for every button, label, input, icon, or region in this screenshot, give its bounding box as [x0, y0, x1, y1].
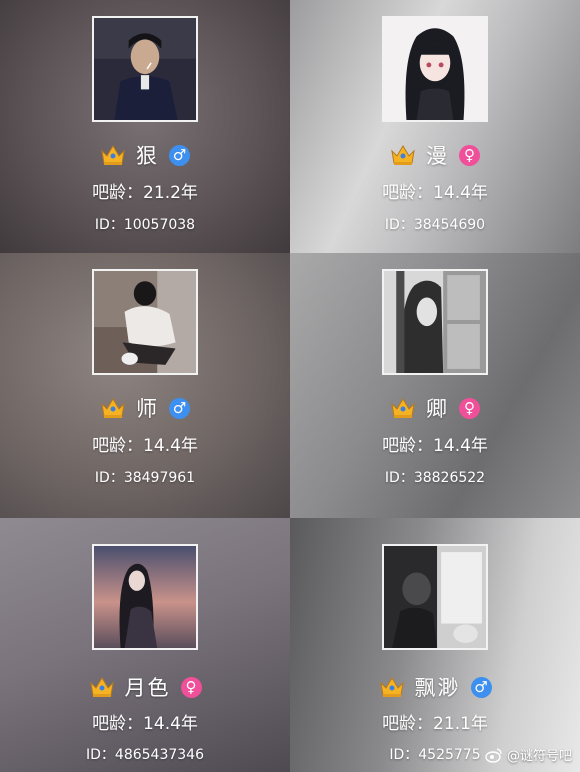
user-name: 卿: [426, 397, 449, 421]
user-id: ID：38497961: [94, 470, 196, 486]
name-row: 漫 ♀: [290, 140, 580, 170]
watermark-text: @谜符号吧: [506, 749, 572, 764]
user-name: 师: [136, 397, 159, 421]
forum-age: 吧龄：21.1年: [382, 714, 488, 734]
user-id: ID：38826522: [384, 470, 486, 486]
forum-age: 吧龄：21.2年: [92, 183, 198, 203]
avatar[interactable]: [92, 269, 198, 375]
avatar[interactable]: [92, 16, 198, 122]
name-row: 月色 ♀: [0, 672, 290, 702]
avatar-photo: [94, 271, 196, 373]
user-name: 飘渺: [414, 676, 461, 700]
user-card[interactable]: 师 ♂ 吧龄：14.4年 ID：38497961: [0, 253, 290, 518]
forum-age: 吧龄：14.4年: [92, 436, 198, 456]
user-card[interactable]: 漫 ♀ 吧龄：14.4年 ID：38454690: [290, 0, 580, 253]
male-icon: ♂: [470, 676, 492, 698]
forum-age: 吧龄：14.4年: [92, 714, 198, 734]
user-card-grid: 狠 ♂ 吧龄：21.2年 ID：10057038 漫 ♀ 吧龄：14.4年 ID…: [0, 0, 580, 772]
male-icon: ♂: [169, 144, 190, 166]
crown-icon: [89, 675, 115, 699]
avatar[interactable]: [92, 544, 198, 650]
avatar-photo: [94, 546, 196, 648]
avatar-photo: [384, 271, 486, 373]
female-icon: ♀: [180, 676, 202, 698]
name-row: 狠 ♂: [0, 140, 290, 170]
crown-icon: [379, 675, 405, 699]
name-row: 卿 ♀: [290, 393, 580, 423]
crown-icon: [100, 396, 126, 420]
name-row: 飘渺 ♂: [290, 672, 580, 702]
watermark: @谜符号吧: [485, 745, 572, 764]
crown-icon: [390, 396, 416, 420]
user-id: ID：4865437346: [86, 747, 204, 763]
avatar-photo: [384, 546, 486, 648]
user-card[interactable]: 飘渺 ♂ 吧龄：21.1年 ID：4525775: [290, 518, 580, 772]
crown-icon: [390, 143, 416, 167]
name-row: 师 ♂: [0, 393, 290, 423]
user-name: 月色: [124, 676, 171, 700]
avatar[interactable]: [382, 544, 488, 650]
forum-age: 吧龄：14.4年: [382, 183, 488, 203]
avatar-photo: [94, 18, 196, 120]
user-name: 漫: [426, 144, 449, 168]
user-card[interactable]: 卿 ♀ 吧龄：14.4年 ID：38826522: [290, 253, 580, 518]
user-id: ID：10057038: [94, 217, 196, 233]
female-icon: ♀: [459, 144, 480, 166]
user-name: 狠: [136, 144, 159, 168]
female-icon: ♀: [459, 397, 480, 419]
avatar[interactable]: [382, 269, 488, 375]
crown-icon: [100, 143, 126, 167]
avatar[interactable]: [382, 16, 488, 122]
weibo-logo-icon: [485, 746, 503, 764]
forum-age: 吧龄：14.4年: [382, 436, 488, 456]
avatar-photo: [384, 18, 486, 120]
user-card[interactable]: 月色 ♀ 吧龄：14.4年 ID：4865437346: [0, 518, 290, 772]
user-id: ID：38454690: [384, 217, 486, 233]
male-icon: ♂: [169, 397, 190, 419]
user-card[interactable]: 狠 ♂ 吧龄：21.2年 ID：10057038: [0, 0, 290, 253]
